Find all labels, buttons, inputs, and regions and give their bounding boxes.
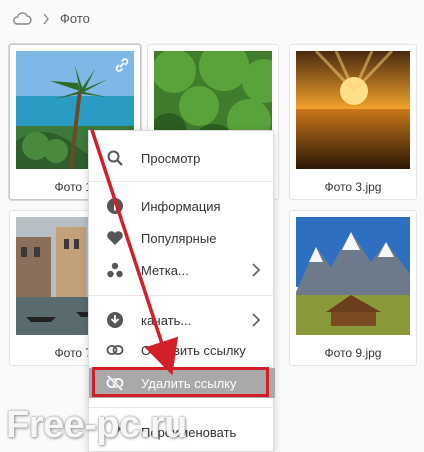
- chevron-right-icon: [249, 261, 263, 279]
- menu-item-delete-link[interactable]: Удалить ссылку: [89, 368, 275, 398]
- menu-separator: [89, 181, 275, 182]
- link-icon: [114, 57, 130, 73]
- chevron-right-icon: [249, 311, 263, 329]
- unlink-icon: [106, 374, 124, 392]
- download-icon: [106, 311, 124, 329]
- tag-dots-icon: [106, 261, 124, 279]
- chevron-right-icon: [42, 12, 50, 25]
- menu-item-tag[interactable]: Метка...: [89, 255, 275, 285]
- cloud-icon[interactable]: [12, 11, 32, 25]
- info-icon: [106, 197, 124, 215]
- menu-separator: [89, 295, 275, 296]
- menu-item-download[interactable]: качать...: [89, 305, 275, 335]
- breadcrumb: Фото: [0, 0, 424, 36]
- search-icon: [106, 149, 124, 167]
- menu-item-view[interactable]: Просмотр: [89, 143, 275, 173]
- link-icon: [106, 341, 124, 359]
- photo-label: Фото 9.jpg: [324, 346, 382, 360]
- heart-icon: [106, 229, 124, 247]
- photo-label: Фото 3.jpg: [324, 180, 382, 194]
- photo-tile-3[interactable]: Фото 3.jpg: [289, 44, 417, 200]
- menu-item-info[interactable]: Информация: [89, 191, 275, 221]
- breadcrumb-current[interactable]: Фото: [60, 11, 90, 26]
- photo-thumbnail: [296, 217, 410, 335]
- watermark: Free-pc.ru: [6, 404, 187, 446]
- photo-tile-9[interactable]: Фото 9.jpg: [289, 210, 417, 366]
- menu-item-popular[interactable]: Популярные: [89, 223, 275, 253]
- menu-item-refresh-link[interactable]: Обновить ссылку: [89, 335, 275, 365]
- photo-thumbnail: [296, 51, 410, 169]
